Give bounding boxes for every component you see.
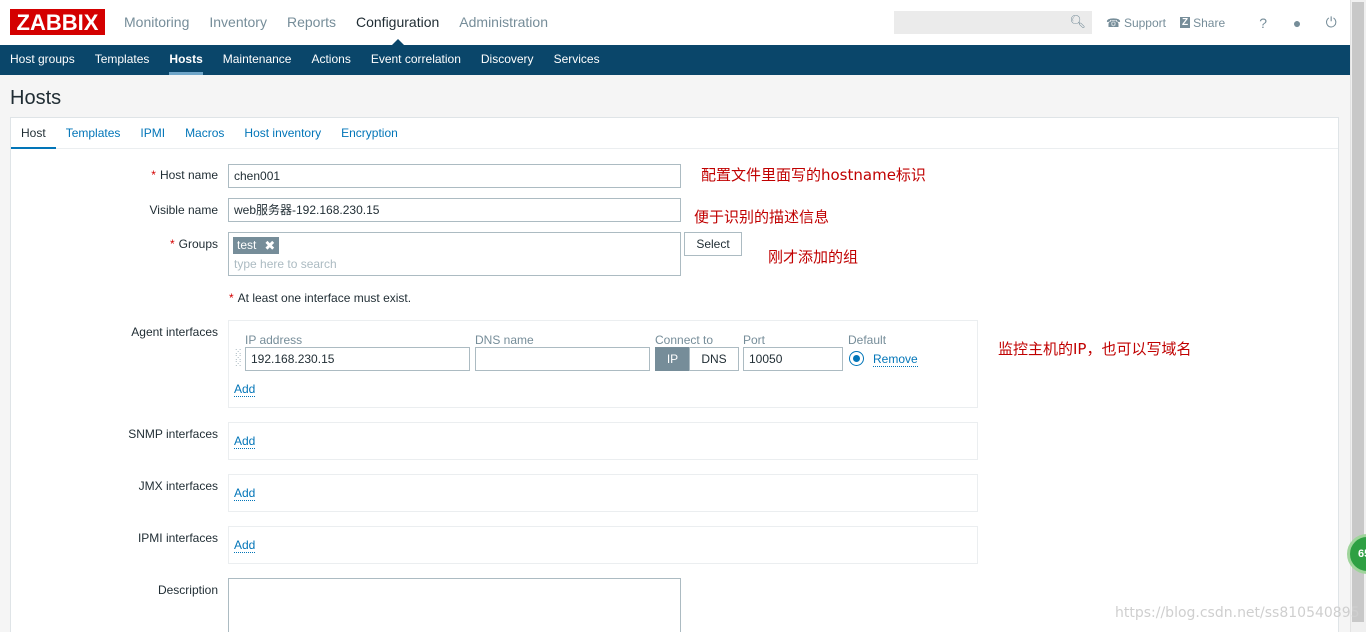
col-dns-name: DNS name (475, 333, 534, 347)
share-label: Share (1193, 15, 1226, 30)
subnav-actions[interactable]: Actions (301, 45, 360, 75)
drag-handle-icon[interactable]: ⁙ ⁙ ⁙ (234, 348, 242, 370)
tab-templates[interactable]: Templates (56, 118, 131, 148)
col-ip-address: IP address (245, 333, 303, 347)
col-default: Default (848, 333, 887, 347)
tab-host[interactable]: Host (11, 118, 56, 149)
tab-ipmi[interactable]: IPMI (130, 118, 175, 148)
subnav-hosts[interactable]: Hosts (159, 45, 212, 75)
share-link[interactable]: Z Share (1179, 15, 1226, 30)
subnav-maintenance[interactable]: Maintenance (213, 45, 302, 75)
remove-tag-icon[interactable]: ✖ (264, 237, 275, 254)
subnav-event-correlation[interactable]: Event correlation (361, 45, 471, 75)
agent-interfaces-label: Agent interfaces (131, 325, 218, 339)
host-name-label-text: Host name (159, 168, 218, 182)
subnav-templates[interactable]: Templates (85, 45, 160, 75)
visible-name-annotation: 便于识别的描述信息 (694, 208, 830, 226)
host-name-annotation: 配置文件里面写的hostname标识 (701, 166, 926, 184)
snmp-interfaces-box (228, 422, 978, 460)
agent-dns-input[interactable] (475, 347, 650, 371)
top-links: ☎ Support Z Share ? ● ⏻ (1106, 0, 1341, 45)
help-icon[interactable]: ? (1253, 15, 1273, 31)
description-label: Description (157, 583, 218, 597)
visible-name-label: Visible name (149, 203, 218, 217)
group-tag: test ✖ (233, 237, 280, 254)
menu-monitoring[interactable]: Monitoring (114, 0, 199, 45)
host-name-label: * Host name (10, 168, 218, 182)
power-icon[interactable]: ⏻ (1321, 14, 1341, 31)
jmx-interfaces-box (228, 474, 978, 512)
col-connect-to: Connect to (655, 333, 714, 347)
connect-dns-toggle[interactable]: DNS (689, 347, 739, 371)
add-jmx-interface-link[interactable]: Add (234, 487, 256, 501)
required-mark: * (229, 291, 234, 305)
connect-ip-toggle[interactable]: IP (655, 347, 690, 371)
zabbix-logo[interactable]: ZABBIX (10, 9, 105, 35)
add-snmp-interface-link[interactable]: Add (234, 435, 256, 449)
groups-label-text: Groups (178, 237, 218, 251)
watermark: https://blog.csdn.net/ss810540895 (1115, 605, 1360, 621)
interface-warning-text: At least one interface must exist. (237, 291, 412, 305)
required-mark: * (169, 237, 175, 251)
search-icon[interactable]: 🔍︎ (1069, 14, 1086, 30)
ipmi-interfaces-box (228, 526, 978, 564)
groups-annotation: 刚才添加的组 (768, 248, 859, 266)
agent-port-input[interactable]: 10050 (743, 347, 843, 371)
menu-configuration[interactable]: Configuration (346, 0, 449, 45)
search-input[interactable]: 🔍︎ (894, 11, 1092, 34)
groups-label: * Groups (10, 237, 218, 251)
scrollbar-thumb[interactable] (1352, 2, 1364, 622)
form-tabs: Host Templates IPMI Macros Host inventor… (11, 118, 1338, 149)
snmp-interfaces-label: SNMP interfaces (128, 427, 218, 441)
subnav-discovery[interactable]: Discovery (471, 45, 544, 75)
subnav-host-groups[interactable]: Host groups (0, 45, 85, 75)
remove-interface-link[interactable]: Remove (873, 353, 918, 367)
select-groups-button[interactable]: Select (684, 232, 742, 256)
host-name-input[interactable]: chen001 (228, 164, 681, 188)
jmx-interfaces-label: JMX interfaces (138, 479, 218, 493)
groups-multiselect[interactable]: test ✖ type here to search (228, 232, 681, 276)
agent-ip-input[interactable]: 192.168.230.15 (245, 347, 470, 371)
menu-inventory[interactable]: Inventory (199, 0, 277, 45)
tab-host-inventory[interactable]: Host inventory (234, 118, 331, 148)
page-title: Hosts (10, 87, 62, 109)
agent-annotation: 监控主机的IP，也可以写域名 (998, 340, 1192, 358)
interface-warning: * At least one interface must exist. (229, 291, 411, 305)
tab-encryption[interactable]: Encryption (331, 118, 408, 148)
top-bar: ZABBIX Monitoring Inventory Reports Conf… (0, 0, 1350, 45)
support-link[interactable]: ☎ Support (1106, 16, 1166, 30)
headset-icon: ☎ (1106, 15, 1121, 30)
default-interface-radio[interactable] (849, 351, 864, 366)
menu-administration[interactable]: Administration (449, 0, 558, 45)
ipmi-interfaces-label: IPMI interfaces (137, 531, 218, 545)
groups-search-placeholder[interactable]: type here to search (234, 257, 337, 271)
add-ipmi-interface-link[interactable]: Add (234, 539, 256, 553)
user-icon[interactable]: ● (1287, 15, 1307, 31)
support-label: Support (1123, 15, 1166, 30)
main-menu: Monitoring Inventory Reports Configurati… (114, 0, 558, 45)
sub-navigation: Host groups Templates Hosts Maintenance … (0, 45, 1350, 75)
add-agent-interface-link[interactable]: Add (234, 383, 256, 397)
col-port: Port (743, 333, 766, 347)
share-z-icon: Z (1179, 17, 1191, 28)
menu-reports[interactable]: Reports (277, 0, 346, 45)
description-textarea[interactable] (228, 578, 681, 632)
required-mark: * (151, 168, 156, 182)
subnav-services[interactable]: Services (544, 45, 610, 75)
tab-macros[interactable]: Macros (175, 118, 234, 148)
visible-name-input[interactable]: web服务器-192.168.230.15 (228, 198, 681, 222)
group-tag-label: test (237, 238, 257, 252)
